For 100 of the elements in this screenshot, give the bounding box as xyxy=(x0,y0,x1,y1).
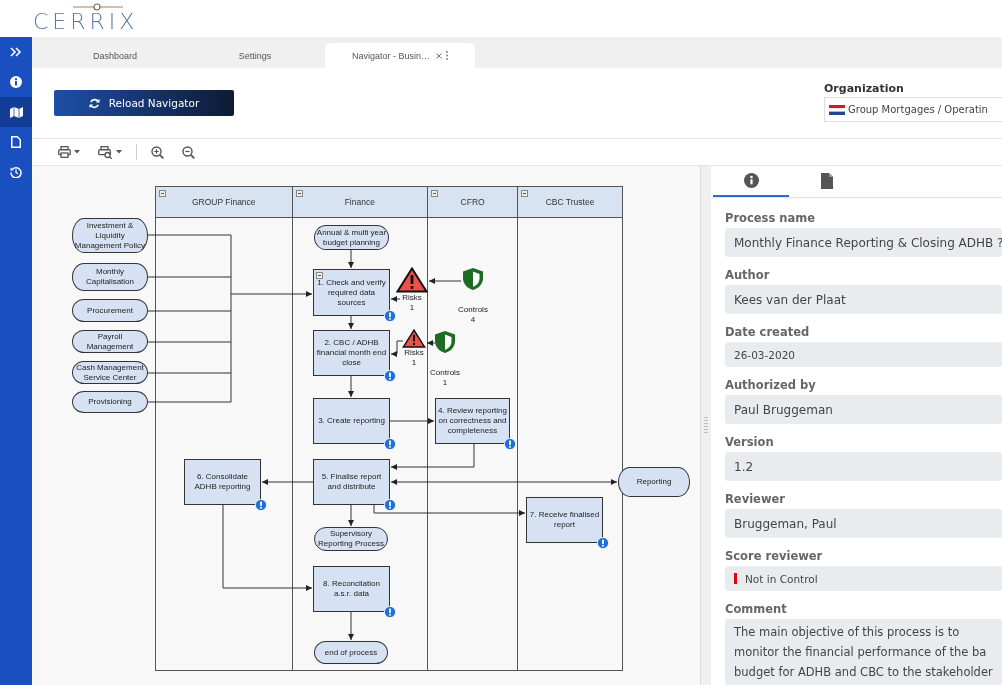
sidebar-item[interactable] xyxy=(0,97,32,127)
map-icon xyxy=(9,106,23,118)
collapse-icon[interactable] xyxy=(316,272,323,279)
file-icon xyxy=(11,136,21,148)
reload-button[interactable]: Reload Navigator xyxy=(54,90,234,116)
process-step[interactable]: 3. Create reporting xyxy=(313,398,390,444)
connector-arrow xyxy=(389,418,435,424)
expand-icon xyxy=(10,47,22,57)
lane-title: Finance xyxy=(344,197,375,207)
flag-icon xyxy=(829,104,845,115)
control-count: 1 xyxy=(442,378,448,388)
terminator-node[interactable]: Investment & Liquidity Management Policy xyxy=(72,218,148,253)
control-count: 4 xyxy=(470,315,476,325)
warning-triangle-icon[interactable] xyxy=(402,329,426,348)
connector-arrow xyxy=(348,504,354,527)
info-badge-icon[interactable] xyxy=(384,499,396,511)
print-preview-icon[interactable] xyxy=(98,145,113,159)
terminator-node[interactable]: Cash Management Service Center xyxy=(72,361,148,384)
step-label: 7. Receive finalised report xyxy=(529,510,600,530)
connector-arrow xyxy=(348,315,354,330)
terminator-node[interactable]: Monthly Capitalisation xyxy=(72,263,148,291)
control-label: Controls xyxy=(430,368,460,378)
history-icon xyxy=(10,166,22,178)
score-field[interactable]: Not in Control xyxy=(725,566,1002,591)
collapse-icon[interactable] xyxy=(521,190,529,197)
process-step[interactable]: 6. Consolidate ADHB reporting xyxy=(184,459,261,505)
print-icon[interactable] xyxy=(58,146,71,158)
step-label: 4. Review reporting on correctness and completeness xyxy=(438,406,507,436)
terminator-node[interactable]: Annual & multi year budget planning xyxy=(314,225,389,250)
terminator-node[interactable]: Payroll Management xyxy=(72,330,148,353)
text-field[interactable]: Bruggeman, Paul xyxy=(725,509,1002,538)
close-icon[interactable] xyxy=(436,52,442,59)
text-field[interactable]: Kees van der Plaat xyxy=(725,285,1002,314)
tab[interactable]: Navigator - Busin… xyxy=(325,43,475,68)
connector-arrow xyxy=(348,611,354,641)
field-label: Reviewer xyxy=(725,492,786,506)
lane-title: CFRO xyxy=(460,197,485,207)
terminator-node[interactable]: Procurement xyxy=(72,299,148,322)
comment-field[interactable]: The main objective of this process is to monitor the financial performance of the ba budget for ADHB and CBC to the stakeholder xyxy=(725,619,1002,685)
collapse-icon[interactable] xyxy=(159,190,166,197)
process-step[interactable]: 2. CBC / ADHB financial month end close xyxy=(313,330,390,376)
tab[interactable]: Dashboard xyxy=(45,43,185,68)
step-label: 5. Finalise report and distribute xyxy=(320,472,383,492)
connector-arrow xyxy=(390,340,404,357)
shield-icon[interactable] xyxy=(462,267,484,291)
step-label: 1. Check and verify required data sources xyxy=(316,277,387,308)
step-label: 2. CBC / ADHB financial month end close xyxy=(316,338,387,368)
zoom-in-icon[interactable] xyxy=(151,145,164,159)
info-badge-icon[interactable] xyxy=(384,310,396,322)
date-field[interactable]: 26-03-2020 xyxy=(725,342,1002,367)
logo-text: CERRIX xyxy=(33,11,139,33)
field-label: Comment xyxy=(725,602,788,616)
connector-arrow xyxy=(428,278,462,284)
info-badge-icon[interactable] xyxy=(384,606,396,618)
collapse-icon[interactable] xyxy=(431,190,439,197)
zoom-out-icon[interactable] xyxy=(182,145,195,159)
process-step[interactable]: 4. Review reporting on correctness and completeness xyxy=(435,398,510,444)
field-label: Date created xyxy=(725,325,811,339)
info-icon xyxy=(743,173,759,188)
info-badge-icon[interactable] xyxy=(504,438,516,450)
info-icon xyxy=(10,76,22,88)
process-step[interactable]: 1. Check and verify required data sources xyxy=(313,269,390,316)
field-label: Version xyxy=(725,435,775,449)
text-field[interactable]: Paul Bruggeman xyxy=(725,395,1002,424)
field-label: Authorized by xyxy=(725,378,817,392)
field-label: Score reviewer xyxy=(725,549,824,563)
shield-icon[interactable] xyxy=(434,330,456,354)
process-step[interactable]: 7. Receive finalised report xyxy=(526,497,603,543)
organization-label: Organization xyxy=(824,82,905,95)
terminator-node[interactable]: Provisioning xyxy=(72,391,148,413)
file-icon xyxy=(821,172,833,189)
collapse-icon[interactable] xyxy=(295,190,303,197)
terminator-node[interactable]: end of process xyxy=(314,641,388,664)
info-badge-icon[interactable] xyxy=(255,499,267,511)
connector-arrow xyxy=(426,340,436,346)
terminator-node[interactable]: Reporting xyxy=(618,467,690,497)
control-label: Controls xyxy=(458,305,488,315)
caret-icon xyxy=(116,150,122,154)
step-label: 3. Create reporting xyxy=(318,416,385,426)
connector-arrow xyxy=(348,249,354,269)
info-badge-icon[interactable] xyxy=(384,370,396,382)
risk-count: 1 xyxy=(411,358,417,368)
refresh-icon xyxy=(88,97,100,109)
caret-icon xyxy=(74,150,80,154)
tab[interactable]: Settings xyxy=(185,43,325,68)
connector-arrow xyxy=(261,479,314,485)
warning-triangle-icon[interactable] xyxy=(396,267,428,293)
text-field[interactable]: 1.2 xyxy=(725,452,1002,481)
connector-arrow xyxy=(390,296,401,302)
info-badge-icon[interactable] xyxy=(597,537,609,549)
score-value: Not in Control xyxy=(745,572,818,585)
process-step[interactable]: 5. Finalise report and distribute xyxy=(313,459,390,505)
organization-select[interactable]: Group Mortgages / Operatin xyxy=(824,97,1002,122)
info-badge-icon[interactable] xyxy=(384,438,396,450)
text-field[interactable]: Monthly Finance Reporting & Closing ADHB ? xyxy=(725,228,1002,257)
process-step[interactable]: 8. Reconcilation a.s.r. data xyxy=(313,566,390,612)
field-label: Process name xyxy=(725,211,817,225)
step-label: 6. Consolidate ADHB reporting xyxy=(193,472,252,492)
risk-label: Risks xyxy=(404,348,424,358)
terminator-node[interactable]: Supervisory Reporting Process xyxy=(314,527,388,551)
